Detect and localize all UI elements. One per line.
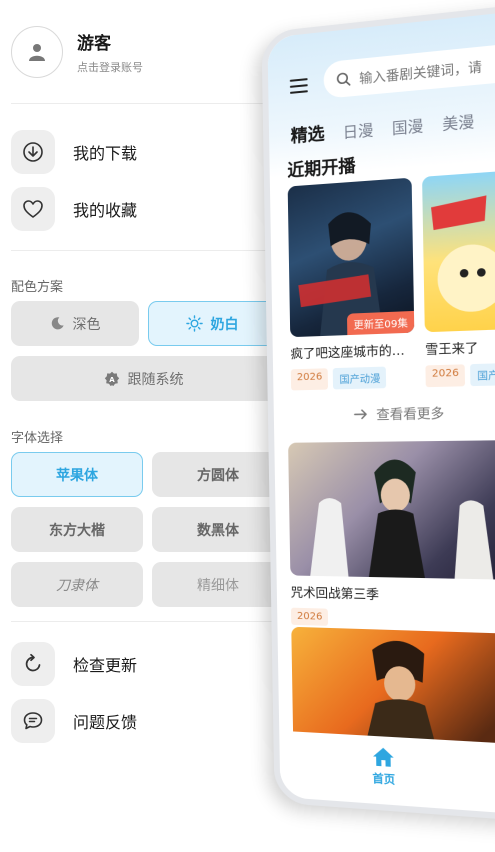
card-title: 疯了吧这座城市的…	[290, 342, 405, 362]
poster-image	[288, 440, 495, 580]
sun-icon	[185, 315, 203, 332]
side-drawer: 游客 点击登录账号 我的下载 我的收藏 配色方案 深色 奶白 A 跟随系统 字体…	[0, 0, 290, 852]
font-title: 字体选择	[11, 431, 64, 446]
color-scheme-title: 配色方案	[11, 280, 64, 295]
font-option-apple[interactable]: 苹果体	[11, 452, 143, 497]
arrow-right-icon	[354, 408, 369, 421]
profile-name: 游客	[77, 34, 111, 54]
font-option-daoli[interactable]: 刀隶体	[11, 562, 143, 607]
card-title: 雪王来了	[424, 339, 479, 358]
color-option-dark[interactable]: 深色	[11, 301, 139, 346]
profile-header[interactable]: 游客 点击登录账号	[11, 26, 143, 78]
menu-item-check-update[interactable]: 检查更新	[11, 642, 137, 686]
heart-icon	[11, 187, 55, 231]
svg-text:A: A	[109, 375, 115, 383]
tab-chinese[interactable]: 国漫	[392, 115, 424, 139]
tab-japanese[interactable]: 日漫	[343, 119, 374, 143]
year-tag: 2026	[290, 368, 329, 391]
refresh-icon	[11, 642, 55, 686]
year-tag: 2026	[425, 364, 466, 388]
episode-badge: 更新至09集	[347, 310, 415, 336]
poster-image	[422, 168, 495, 333]
font-option-dongfang-dakai[interactable]: 东方大楷	[11, 507, 143, 552]
tab-featured[interactable]: 精选	[291, 119, 325, 147]
poster-image: 更新至09集	[287, 177, 415, 338]
app-preview-phone: 输入番剧关键词，请 精选 日漫 国漫 美漫 近期开播 更新至09集 疯了吧这座城…	[261, 0, 495, 826]
nav-home-label: 首页	[372, 771, 396, 787]
section-title: 近期开播	[287, 156, 356, 182]
font-option-fangyuan[interactable]: 方圆体	[152, 452, 284, 497]
bottom-nav: 首页	[279, 730, 495, 819]
search-placeholder: 输入番剧关键词，请	[359, 59, 483, 87]
menu-label: 检查更新	[73, 656, 138, 675]
login-hint[interactable]: 点击登录账号	[77, 59, 143, 75]
menu-icon[interactable]	[289, 78, 308, 98]
nav-home[interactable]: 首页	[372, 746, 395, 788]
search-icon	[336, 70, 351, 87]
font-option-shuhei[interactable]: 数黑体	[152, 507, 284, 552]
menu-item-favorites[interactable]: 我的收藏	[11, 187, 137, 231]
download-icon	[11, 130, 55, 174]
menu-label: 我的下载	[73, 144, 138, 163]
divider	[11, 103, 273, 104]
avatar[interactable]	[11, 26, 63, 78]
user-icon	[29, 44, 45, 61]
view-more-link[interactable]: 查看看更多	[354, 402, 444, 423]
year-tag: 2026	[290, 607, 329, 626]
feature-card[interactable]: 咒术回战第三季 2026	[288, 440, 495, 631]
font-option-jingxi[interactable]: 精细体	[152, 562, 284, 607]
tab-american[interactable]: 美漫	[442, 110, 474, 135]
category-tag: 国产动漫	[333, 366, 387, 390]
menu-label: 问题反馈	[73, 713, 138, 732]
anime-card[interactable]: 更新至09集 疯了吧这座城市的… 2026 国产动漫	[287, 177, 416, 391]
color-option-follow-system[interactable]: A 跟随系统	[11, 356, 276, 401]
moon-icon	[50, 316, 65, 331]
anime-card[interactable]: 雪王来了 2026 国产	[422, 168, 495, 388]
menu-item-feedback[interactable]: 问题反馈	[11, 699, 137, 743]
auto-mode-icon: A	[104, 371, 120, 387]
home-icon	[372, 747, 394, 767]
color-option-milk-white[interactable]: 奶白	[148, 301, 276, 346]
divider	[11, 621, 273, 622]
menu-label: 我的收藏	[73, 201, 138, 220]
menu-item-downloads[interactable]: 我的下载	[11, 130, 137, 174]
category-tag: 国产	[470, 363, 495, 387]
divider	[11, 250, 273, 251]
chat-bubble-icon	[11, 699, 55, 743]
card-title: 咒术回战第三季	[290, 584, 380, 602]
